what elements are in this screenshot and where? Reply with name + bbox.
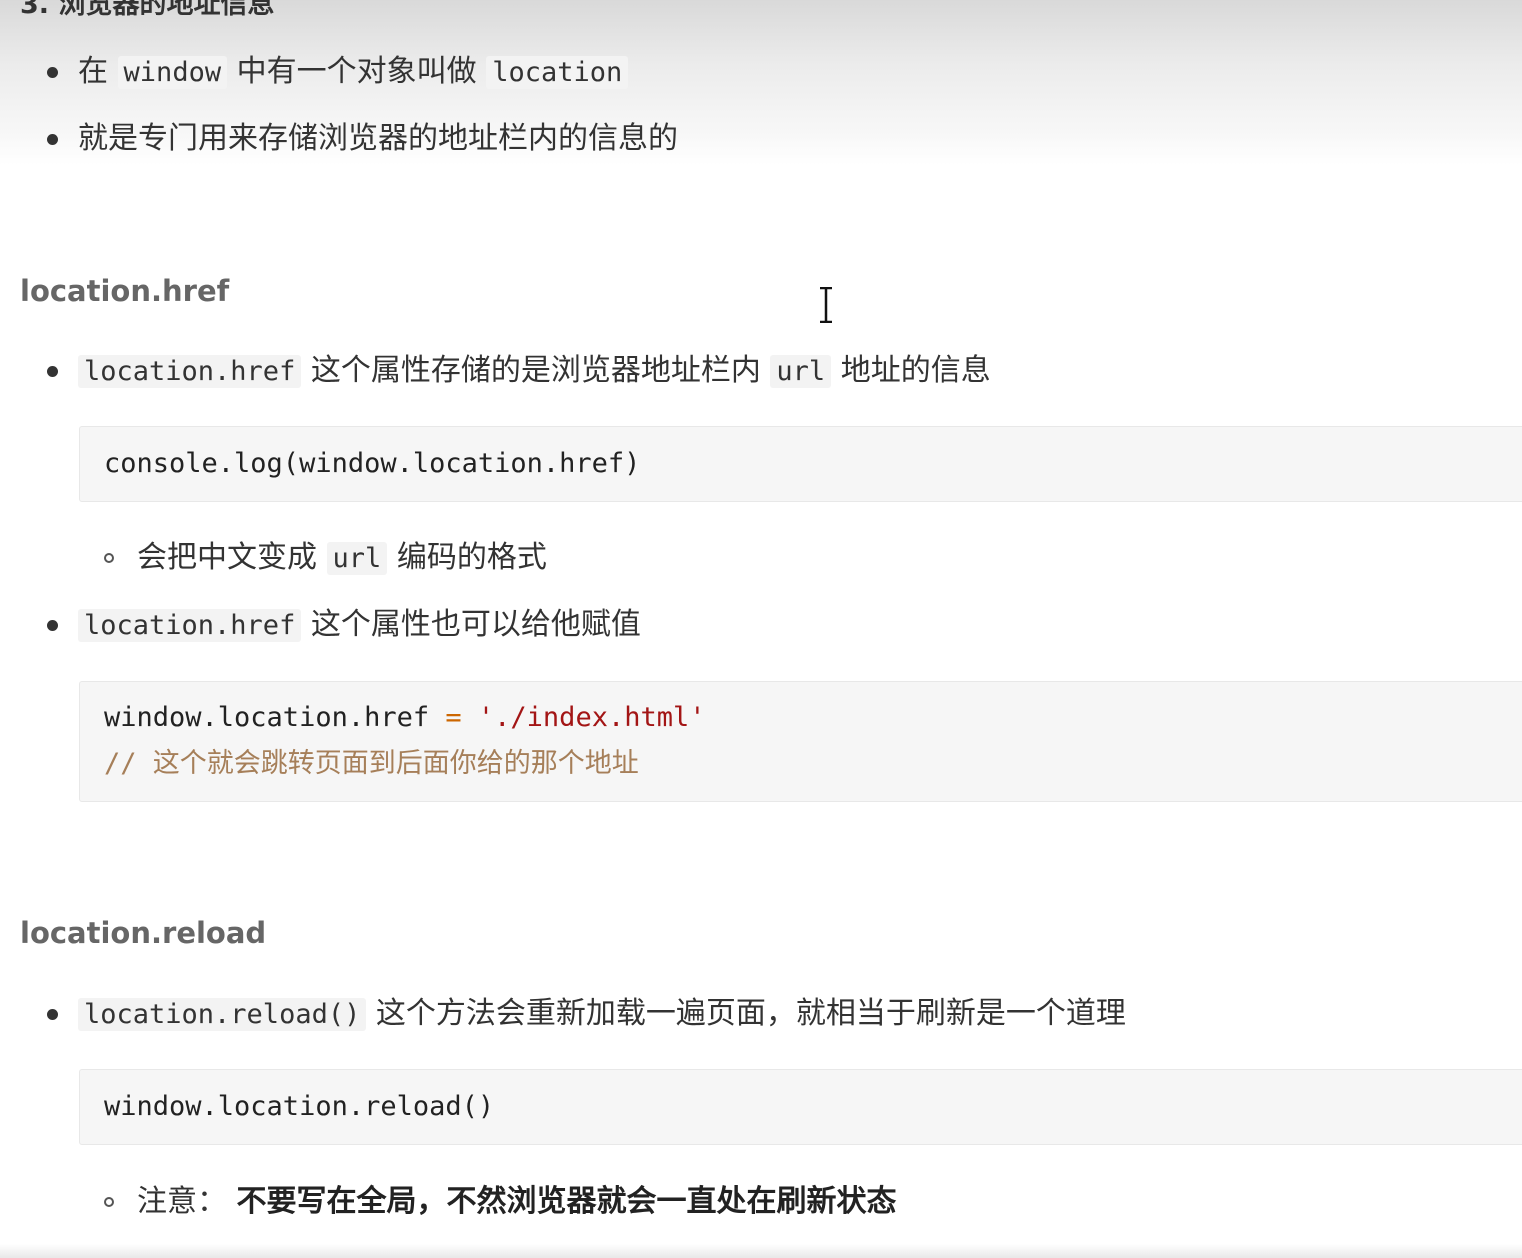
note-label: 注意： <box>137 1184 227 1219</box>
inline-code-url: url <box>326 542 388 575</box>
bullet-dot <box>47 620 58 631</box>
intro-text: 在 <box>78 54 108 89</box>
bullet-dot <box>47 67 58 78</box>
href-item-text: 地址的信息 <box>840 353 991 388</box>
sub-bullet-circle <box>104 1197 114 1207</box>
href-item-2: location.href 这个属性也可以给他赋值 <box>78 605 641 646</box>
reload-item-1: location.reload() 这个方法会重新加载一遍页面，就相当于刷新是一… <box>78 994 1126 1035</box>
intro-text: 中有一个对象叫做 <box>236 54 477 89</box>
section-heading-cut: 3. 浏览器的地址信息 <box>20 0 275 20</box>
code-block-console-log[interactable]: console.log(window.location.href) <box>79 426 1522 502</box>
bullet-dot <box>47 1009 58 1020</box>
bottom-edge-shade <box>0 1244 1522 1258</box>
heading-location-reload: location.reload <box>20 916 267 950</box>
intro-line-2: 就是专门用来存储浏览器的地址栏内的信息的 <box>78 121 678 156</box>
code-block-href-assign[interactable]: window.location.href = './index.html' //… <box>79 681 1522 802</box>
text-cursor-icon <box>820 287 832 323</box>
sub-item-text: 会把中文变成 <box>137 540 317 575</box>
sub-bullet-circle <box>104 553 114 563</box>
code-token-string: './index.html' <box>477 702 706 733</box>
code-line: window.location.href = './index.html' <box>104 700 705 736</box>
reload-sub-item: 注意： 不要写在全局，不然浏览器就会一直处在刷新状态 <box>137 1182 897 1222</box>
href-item-text: 这个属性存储的是浏览器地址栏内 <box>310 353 761 388</box>
intro-line-1: 在 window 中有一个对象叫做 location <box>78 52 629 93</box>
inline-code-location-href: location.href <box>78 355 302 388</box>
code-line: console.log(window.location.href) <box>104 448 641 479</box>
code-line: window.location.reload() <box>104 1091 495 1122</box>
code-block-reload[interactable]: window.location.reload() <box>79 1069 1522 1145</box>
heading-location-href: location.href <box>20 274 230 308</box>
code-token-operator: = <box>445 702 462 733</box>
code-comment: // 这个就会跳转页面到后面你给的那个地址 <box>104 748 639 779</box>
reload-item-text: 这个方法会重新加载一遍页面，就相当于刷新是一个道理 <box>375 996 1126 1031</box>
document-page: 3. 浏览器的地址信息 在 window 中有一个对象叫做 location 就… <box>0 0 1522 1258</box>
note-bold-text: 不要写在全局，不然浏览器就会一直处在刷新状态 <box>236 1184 897 1219</box>
inline-code-location: location <box>486 56 629 89</box>
href-item-1: location.href 这个属性存储的是浏览器地址栏内 url 地址的信息 <box>78 351 991 392</box>
inline-code-location-href: location.href <box>78 609 302 642</box>
inline-code-window: window <box>117 56 228 89</box>
href-item-text: 这个属性也可以给他赋值 <box>310 607 641 642</box>
bullet-dot <box>47 134 58 145</box>
code-token-lhs: window.location.href <box>104 702 430 733</box>
inline-code-url: url <box>770 355 832 388</box>
bullet-dot <box>47 366 58 377</box>
sub-item-text: 编码的格式 <box>396 540 547 575</box>
inline-code-location-reload: location.reload() <box>78 998 367 1031</box>
href-sub-item: 会把中文变成 url 编码的格式 <box>137 538 547 579</box>
